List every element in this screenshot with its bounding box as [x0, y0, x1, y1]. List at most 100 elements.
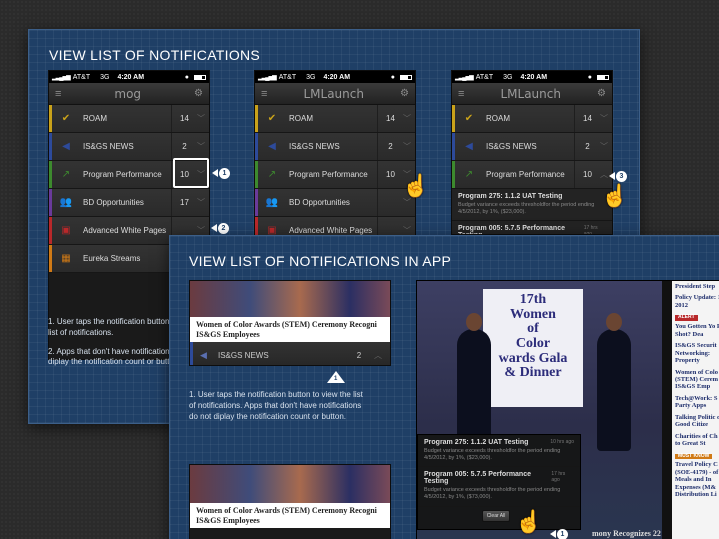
news-caption[interactable]: Women of Color Awards (STEM) Ceremony Re… [190, 503, 390, 529]
check-circle-icon: ✔ [61, 113, 71, 124]
row-stripe [452, 133, 455, 160]
notification-time: 17 hrs ago [583, 225, 598, 235]
carrier-label: AT&T [278, 73, 297, 81]
app-row[interactable]: ↗ Program Performance 10 ﹀ [255, 161, 415, 189]
people-icon: 👥 [265, 197, 279, 208]
notification-count-button[interactable]: 14 [377, 105, 403, 132]
chevron-down-icon: ﹀ [403, 114, 411, 123]
step-marker-2: 2 [211, 223, 229, 234]
step-marker-3: 3 [609, 171, 627, 182]
tap-hand-icon: ☝ [402, 173, 430, 198]
signal-icon: ▂▃▄▅▆ [258, 74, 277, 81]
news-headline[interactable]: President Step [675, 283, 719, 290]
megaphone-icon: ◀ [465, 141, 473, 152]
row-label: IS&GS NEWS [218, 350, 269, 360]
app-logo: LMLaunch [500, 86, 561, 101]
app-row[interactable]: ✔ ROAM 14 ﹀ [49, 105, 209, 133]
person-figure [597, 313, 631, 451]
row-label: IS&GS NEWS [83, 142, 134, 151]
board-title: VIEW LIST OF NOTIFICATIONS [49, 47, 261, 63]
app-row[interactable]: ✔ ROAM 14 ﹀ [255, 105, 415, 133]
news-headline[interactable]: ALERTYou Gotten Yo Flu Shot? Dea [675, 313, 719, 338]
carrier-label: AT&T [475, 73, 494, 81]
app-row[interactable]: ◀ IS&GS NEWS 2 ﹀ [452, 133, 612, 161]
app-row[interactable]: ◀ IS&GS NEWS 2 ﹀ [255, 133, 415, 161]
row-stripe [255, 105, 258, 132]
step-marker: 1 [550, 529, 568, 539]
news-headline[interactable]: Charities of Ch Off to Great St [675, 433, 719, 448]
row-label: BD Opportunities [83, 198, 144, 207]
clear-all-button[interactable]: Clear All [482, 510, 510, 522]
news-text: Travel Policy C (SOE-4179) - of Meals an… [675, 461, 719, 499]
row-stripe [255, 161, 258, 188]
app-news-panel-bottom: Women of Color Awards (STEM) Ceremony Re… [189, 464, 391, 539]
news-headline[interactable]: IS&GS Securit Networking: Property [675, 342, 719, 364]
banner-line: 17th [519, 292, 547, 307]
notification-count-button[interactable]: 14 [574, 105, 600, 132]
notification-count-button[interactable] [377, 189, 403, 216]
contacts-icon: ▣ [61, 225, 71, 236]
gear-icon[interactable]: ⚙ [400, 88, 409, 99]
app-row[interactable]: ✔ ROAM 14 ﹀ [452, 105, 612, 133]
row-label: Program Performance [486, 170, 565, 179]
chart-icon: ↗ [464, 169, 474, 180]
news-tag: ALERT [675, 315, 698, 322]
megaphone-icon: ◀ [62, 141, 70, 152]
notification-item[interactable]: Program 275: 1.1.2 UAT Testing Budget var… [452, 189, 612, 222]
news-headline[interactable]: Tech@Work: S Party Apps [675, 395, 719, 410]
photo-caption: mony Recognizes 22 [592, 529, 661, 538]
banner-line: & Dinner [504, 365, 562, 381]
notification-count-button[interactable]: 2 [344, 351, 374, 360]
chevron-down-icon: ﹀ [600, 142, 608, 151]
notification-count-button[interactable]: 10 [377, 161, 403, 188]
news-headline[interactable]: MUST KNOW Travel Policy C (SOE-4179) - of… [675, 452, 719, 499]
notification-count-button[interactable]: 17 [171, 189, 197, 216]
app-row[interactable]: 👥 BD Opportunities 17 ﹀ [49, 189, 209, 217]
signal-icon: ▂▃▄▅▆ [455, 74, 474, 81]
network-label: 3G [306, 73, 316, 81]
tap-hand-icon: ☝ [515, 509, 543, 534]
notifications-popover: Program 275: 1.1.2 UAT Testing 10 hrs ago… [417, 434, 581, 530]
news-headline[interactable]: Women of Colo (STEM) Cerem 22 IS&GS Emp [675, 369, 719, 391]
notification-count-button[interactable]: 14 [171, 105, 197, 132]
app-news-panel: Women of Color Awards (STEM) Ceremony Re… [189, 280, 391, 366]
news-headline[interactable]: Talking Politic or Good Citize [675, 414, 719, 429]
notification-detail: Budget variance exceeds thresholdfor the… [458, 202, 595, 216]
notification-count-button[interactable]: 2 [574, 133, 600, 160]
app-row[interactable]: 👥 BD Opportunities ﹀ [255, 189, 415, 217]
chart-icon: ↗ [61, 169, 71, 180]
notification-item[interactable]: Program 005: 5.7.5 Performance Testing 17… [418, 467, 580, 507]
notification-title: Program 005: 5.7.5 Performance Testing [458, 225, 565, 234]
board-view-list-notifications-in-app: VIEW LIST OF NOTIFICATIONS IN APP Women … [169, 235, 719, 539]
news-headline[interactable]: Policy Update: 15, 2012 [675, 294, 719, 309]
news-notification-row[interactable]: ◀ IS&GS NEWS 2 ︿ [190, 342, 390, 365]
banner-line: Color [515, 336, 551, 352]
app-row[interactable]: ↗ Program Performance 10 ︿ [452, 161, 612, 189]
news-text: Charities of Ch Off to Great St [675, 432, 719, 448]
check-circle-icon: ✔ [464, 113, 474, 124]
stream-icon: ▦ [61, 253, 71, 264]
notification-item[interactable]: Program 275: 1.1.2 UAT Testing 10 hrs ago… [418, 435, 580, 468]
phone-mockup-3: ▂▃▄▅▆ AT&T 3G 4:20 AM ● ≡ LMLaunch ⚙ ✔ ROAM 14 ﹀ ◀ IS… [451, 70, 613, 235]
gear-icon[interactable]: ⚙ [597, 88, 606, 99]
notification-count-button[interactable]: 2 [171, 133, 197, 160]
notification-title: Program 275: 1.1.2 UAT Testing [458, 193, 563, 200]
banner-line: Women [510, 306, 556, 322]
status-time: 4:20 AM [520, 73, 548, 81]
row-label: Eureka Streams [83, 254, 141, 263]
caption-line: Women of Color Awards (STEM) Ceremony Re… [196, 506, 377, 515]
notification-item[interactable]: Program 005: 5.7.5 Performance Testing 17… [452, 221, 612, 235]
notification-time: 10 hrs ago [550, 439, 574, 445]
row-stripe [49, 217, 52, 244]
notification-time: 17 hrs ago [551, 471, 566, 484]
status-time: 4:20 AM [323, 73, 351, 81]
app-row[interactable]: ◀ IS&GS NEWS 2 ﹀ [49, 133, 209, 161]
gear-icon[interactable]: ⚙ [194, 88, 203, 99]
row-stripe [452, 105, 455, 132]
notification-count-button[interactable]: 2 [377, 133, 403, 160]
news-caption[interactable]: Women of Color Awards (STEM) Ceremony Re… [190, 317, 390, 343]
chevron-up-icon: ︿ [374, 350, 382, 360]
network-label: 3G [100, 73, 110, 81]
instruction-note: 1. User taps the notification button to … [189, 390, 363, 421]
notification-count-button[interactable]: 10 [574, 161, 600, 188]
